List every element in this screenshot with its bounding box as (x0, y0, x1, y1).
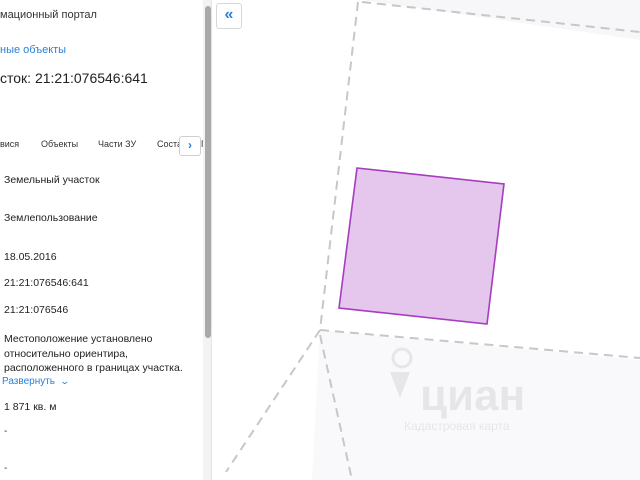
empty-value-2: - (4, 462, 8, 474)
cadastral-block-value: 21:21:076546 (4, 304, 69, 316)
watermark-brand: циан (420, 371, 525, 420)
collapse-panel-button[interactable]: « (216, 3, 242, 29)
location-description: Местоположение установлено относительно … (4, 333, 183, 374)
tab-land-parts[interactable]: Части ЗУ (98, 139, 136, 149)
cadastral-number-value: 21:21:076546:641 (4, 277, 89, 289)
land-usage-value: Землепользование (4, 212, 98, 224)
map-shaded-area-top (362, 0, 640, 40)
watermark-text: Кадастровая карта (404, 419, 510, 433)
area-value: 1 871 кв. м (4, 401, 57, 413)
boundary-line-diag-left (225, 329, 321, 473)
map-canvas[interactable]: циан Кадастровая карта (212, 0, 640, 480)
empty-value-1: - (4, 425, 8, 437)
registration-date-value: 18.05.2016 (4, 251, 57, 263)
portal-title: мационный портал (0, 9, 97, 21)
object-type-value: Земельный участок (4, 174, 100, 186)
expand-link[interactable]: Развернуть ⌄ (2, 376, 71, 387)
tab-objects[interactable]: Объекты (41, 139, 78, 149)
info-panel: мационный портал ные объекты сток: 21:21… (0, 0, 212, 480)
expand-link-label[interactable]: Развернуть (2, 376, 55, 387)
panel-scrollbar-thumb[interactable] (205, 6, 211, 338)
tab-services[interactable]: вися (0, 139, 19, 149)
selected-parcel[interactable] (338, 167, 505, 325)
chevron-down-icon[interactable]: ⌄ (60, 376, 71, 387)
cadastral-map[interactable]: циан Кадастровая карта (212, 0, 640, 480)
tabs-next-button[interactable]: › (179, 136, 201, 156)
nearby-objects-link[interactable]: ные объекты (0, 44, 66, 56)
parcel-title: сток: 21:21:076546:641 (0, 70, 148, 86)
